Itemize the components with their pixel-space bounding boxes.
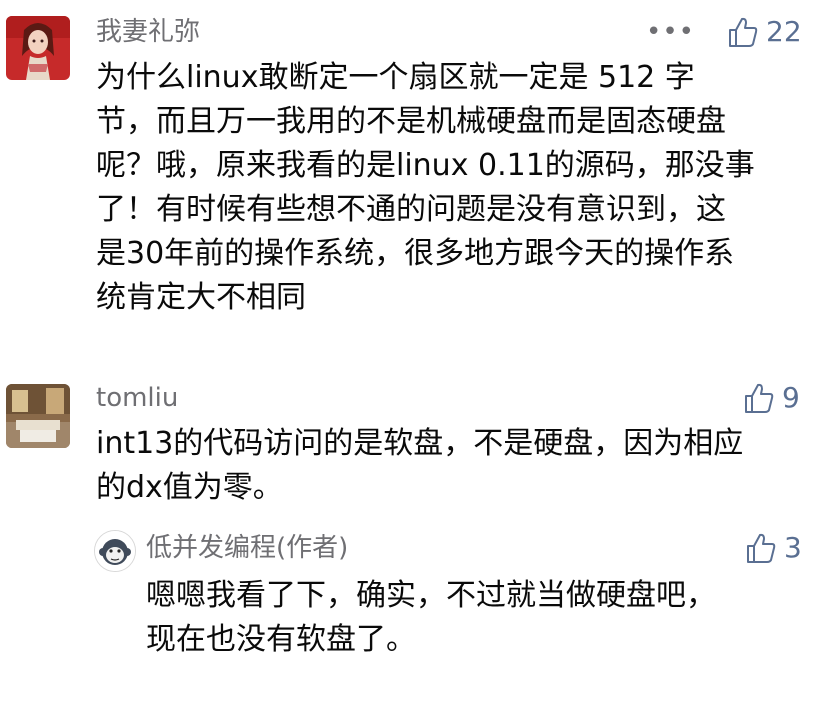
like-count: 3 — [784, 531, 802, 564]
thumbs-up-icon — [747, 533, 776, 563]
more-options-icon[interactable]: ••• — [646, 14, 695, 50]
comment-list: 我妻礼弥 ••• 22 为什么linux敢断定一个扇区就一定是 512 字 节，… — [0, 0, 834, 706]
like-count: 9 — [782, 381, 800, 414]
comment-text: int13的代码访问的是软盘，不是硬盘，因为相应 的dx值为零。 — [96, 426, 744, 505]
like-button[interactable]: 22 — [728, 12, 802, 52]
reply-author[interactable]: 低并发编程(作者) — [146, 530, 348, 566]
comment-author[interactable]: tomliu — [96, 380, 178, 416]
thumbs-up-icon — [729, 17, 758, 47]
thumbs-up-icon — [745, 383, 774, 413]
comment-text: 为什么linux敢断定一个扇区就一定是 512 字 节，而且万一我用的不是机械硬… — [96, 60, 755, 315]
user-avatar[interactable] — [6, 384, 70, 448]
user-avatar-room-icon — [6, 384, 70, 448]
author-avatar-monkey-icon — [95, 531, 135, 571]
user-avatar-anime-icon — [6, 16, 70, 80]
comment-author[interactable]: 我妻礼弥 — [96, 14, 200, 50]
like-button[interactable]: 3 — [746, 528, 802, 568]
reply-text: 嗯嗯我看了下，确实，不过就当做硬盘吧， 现在也没有软盘了。 — [146, 578, 716, 657]
like-count: 22 — [766, 15, 802, 48]
like-button[interactable]: 9 — [744, 378, 800, 418]
author-avatar[interactable] — [94, 530, 136, 572]
user-avatar[interactable] — [6, 16, 70, 80]
